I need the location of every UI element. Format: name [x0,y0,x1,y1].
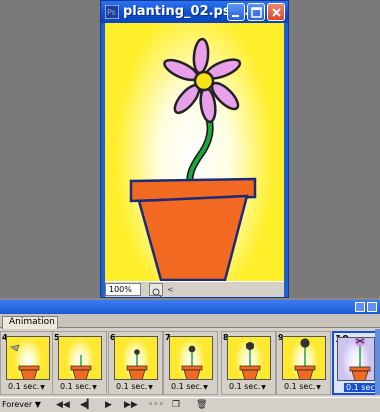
first-frame-icon: ◀◀ [56,400,70,410]
previous-frame-button[interactable]: ◀▎ [80,399,94,411]
tween-icon: ◦◦◦ [148,400,164,410]
status-menu-button[interactable] [149,283,163,299]
frame-delay[interactable]: 0.1 sec.▼ [284,382,321,391]
frame-delay[interactable]: 0.1 sec.▼ [8,382,45,391]
thumbnail-pot-icon [181,345,203,379]
play-icon: ▶ [105,400,112,410]
frame-thumbnail [169,336,213,380]
chevron-down-icon: ▼ [34,400,41,409]
frame-thumbnail [227,336,271,380]
thumbnail-pot-icon [239,342,261,379]
frame-delay-value: 0.1 sec. [60,382,92,391]
frame-thumbnail [337,337,375,381]
document-titlebar[interactable]: Ps planting_02.psd ... [101,1,288,23]
animation-controls: Forever ▼ ◀◀ ◀▎ ▶ ▶▶ ◦◦◦ ❐ 🗑 [0,397,380,412]
frame-delay-value: 0.1 sec. [116,382,148,391]
frame-delay-value: 0.1 sec. [346,383,378,392]
loop-option-value: Forever [2,400,33,409]
frame-delay-value: 0.1 sec. [8,382,40,391]
previous-frame-icon: ◀▎ [80,400,94,410]
document-window: Ps planting_02.psd ... 100% < [100,0,289,299]
zoom-level-field[interactable]: 100% [105,283,141,296]
frame-delay-value: 0.1 sec. [171,382,203,391]
maximize-button[interactable] [247,3,265,21]
palette-close-button[interactable] [367,302,377,312]
scroll-left-arrow-icon[interactable]: < [167,285,174,294]
delete-frame-button[interactable]: 🗑 [196,399,207,411]
trash-icon: 🗑 [196,400,208,410]
minimize-button[interactable] [227,3,245,21]
frame-delay[interactable]: 0.1 sec.▼ [229,382,266,391]
duplicate-frame-icon: ❐ [172,400,181,410]
animation-frames-strip: 4 0.1 sec.▼ 5 0.1 sec.▼ 6 0.1 sec.▼ 7 0.1 sec.▼… [0,329,380,395]
animation-frame[interactable]: 6 0.1 sec.▼ [108,331,163,395]
image-canvas[interactable] [105,23,284,281]
svg-text:Ps: Ps [107,8,116,17]
play-button[interactable]: ▶ [105,399,112,411]
close-icon [272,8,281,17]
animation-frame[interactable]: 8 0.1 sec.▼ [221,331,276,395]
chevron-down-icon: ▼ [203,384,208,391]
close-button[interactable] [267,3,285,21]
frame-delay[interactable]: 0.1 sec.▼ [116,382,153,391]
frame-delay[interactable]: 0.1 sec.▼ [60,382,97,391]
palette-tab-bar: Animation [0,314,380,329]
document-statusbar: 100% < [105,281,284,299]
frame-delay-value: 0.1 sec. [229,382,261,391]
photoshop-app-icon: Ps [105,5,119,19]
chevron-down-icon: ▼ [40,384,45,391]
frame-thumbnail [6,336,50,380]
chevron-down-icon: ▼ [148,384,153,391]
animation-frame[interactable]: 7 0.1 sec.▼ [163,331,218,395]
thumbnail-pot-icon [70,355,92,379]
animation-frame[interactable]: 5 0.1 sec.▼ [52,331,107,395]
frame-thumbnail [58,336,102,380]
flower-pot-illustration [129,37,257,281]
frame-thumbnail [114,336,158,380]
loop-options-select[interactable]: Forever ▼ [2,399,41,411]
thumbnail-pot-icon [349,338,371,380]
thumbnail-pot-icon [294,338,316,379]
animation-frame[interactable]: 9 0.1 sec.▼ [276,331,331,395]
first-frame-button[interactable]: ◀◀ [56,399,70,411]
frame-delay[interactable]: 0.1 sec.▼ [171,382,208,391]
maximize-icon [251,7,262,18]
duplicate-frame-button[interactable]: ❐ [172,399,180,411]
next-frame-button[interactable]: ▶▶ [124,399,138,411]
thumbnail-pot-icon [126,349,148,379]
animation-frame[interactable]: 100.1 sec.▼ [332,331,380,395]
animation-palette: Animation 4 0.1 sec.▼ 5 0.1 sec.▼ 6 0.1 sec.▼… [0,300,380,412]
thumbnail-pot-icon [10,344,40,379]
chevron-down-icon: ▼ [316,384,321,391]
palette-titlebar[interactable] [0,300,380,314]
chevron-down-icon: ▼ [261,384,266,391]
chevron-down-icon: ▼ [92,384,97,391]
animation-frame[interactable]: 4 0.1 sec.▼ [0,331,55,395]
minimize-icon [232,15,239,17]
palette-minimize-button[interactable] [355,302,365,312]
tween-button[interactable]: ◦◦◦ [148,399,164,411]
frames-scrollbar[interactable] [375,329,380,395]
frame-delay-value: 0.1 sec. [284,382,316,391]
tab-animation[interactable]: Animation [2,316,58,329]
frame-thumbnail [282,336,326,380]
next-frame-icon: ▶▶ [124,400,138,410]
